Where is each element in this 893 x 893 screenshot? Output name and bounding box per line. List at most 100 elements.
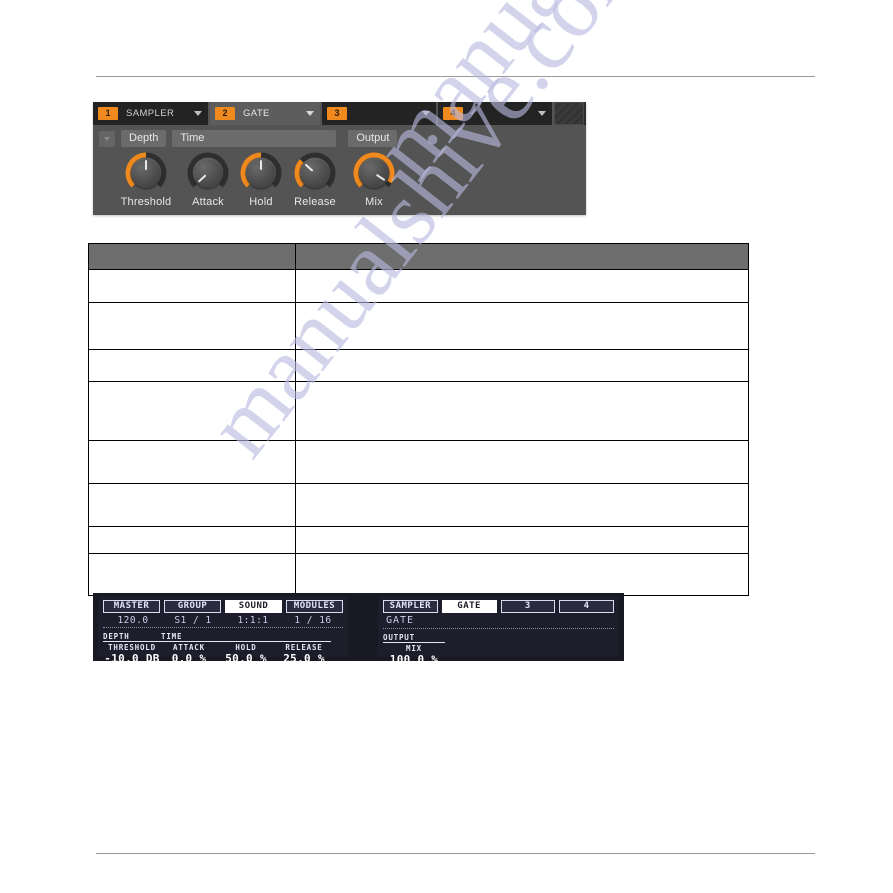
slot-4-number: 4 xyxy=(443,107,463,120)
knob-row: Threshold Attack Hold Release Mix xyxy=(93,152,586,212)
table-row xyxy=(88,483,749,527)
display-slot-tab-sampler[interactable]: SAMPLER xyxy=(383,600,438,613)
display-value-tempo: 120.0 xyxy=(117,615,149,626)
display-left-screen: MASTER GROUP SOUND MODULES 120.0 S1 / 1 … xyxy=(98,597,348,665)
knob-threshold[interactable]: Threshold xyxy=(115,152,177,208)
display-param-mix[interactable]: MIX 100.0 % xyxy=(383,644,445,666)
display-param-hold[interactable]: HOLD 50.0 % xyxy=(217,643,275,665)
table-cell-parameter xyxy=(88,526,296,554)
display-right-param-row: MIX 100.0 % xyxy=(383,644,614,666)
page-header-rule xyxy=(96,76,815,77)
display-param-release-value: 25.0 % xyxy=(283,652,325,665)
page-menu-chevron-icon[interactable] xyxy=(99,130,115,147)
display-slot-tab-4[interactable]: 4 xyxy=(559,600,614,613)
plugin-slot-4[interactable]: 4 xyxy=(438,102,554,125)
table-cell-description xyxy=(295,440,749,484)
display-slot-tab-3[interactable]: 3 xyxy=(500,600,556,613)
display-param-hold-value: 50.0 % xyxy=(225,652,267,665)
slot-1-label: SAMPLER xyxy=(126,108,175,119)
plugin-slot-tabstrip: 1 SAMPLER 2 GATE 3 4 xyxy=(93,102,586,125)
display-left-group-row: DEPTH TIME xyxy=(103,632,343,642)
display-param-release[interactable]: RELEASE 25.0 % xyxy=(275,643,333,665)
display-param-release-name: RELEASE xyxy=(285,643,323,652)
display-right-tabs: SAMPLER GATE 3 4 xyxy=(383,600,614,613)
table-cell-parameter xyxy=(88,483,296,527)
page-tab-depth[interactable]: Depth xyxy=(121,130,167,147)
slot-2-number: 2 xyxy=(215,107,235,120)
knob-release[interactable]: Release xyxy=(284,152,346,208)
display-module-name: GATE xyxy=(383,615,614,629)
display-tab-modules[interactable]: MODULES xyxy=(286,600,343,613)
page-tab-output[interactable]: Output xyxy=(348,130,398,147)
knob-label: Mix xyxy=(365,196,383,208)
display-tab-group[interactable]: GROUP xyxy=(164,600,221,613)
display-param-threshold-name: THRESHOLD xyxy=(108,643,156,652)
table-cell-parameter xyxy=(88,440,296,484)
table-cell-description xyxy=(295,349,749,382)
parameter-description-table xyxy=(88,243,749,596)
knob-cap xyxy=(193,158,223,188)
slot-2-label: GATE xyxy=(243,108,270,119)
display-tab-sound[interactable]: SOUND xyxy=(225,600,282,613)
table-cell-description xyxy=(295,302,749,350)
table-row xyxy=(88,269,749,303)
chevron-down-icon[interactable] xyxy=(535,102,549,125)
display-group-time: TIME xyxy=(161,632,331,642)
display-param-threshold[interactable]: THRESHOLD -10.0 DB xyxy=(103,643,161,665)
table-row xyxy=(88,553,749,596)
table-cell-parameter xyxy=(88,381,296,441)
knob-cap xyxy=(300,158,330,188)
display-left-param-row: THRESHOLD -10.0 DB ATTACK 0.0 % HOLD 50.… xyxy=(103,643,343,665)
display-param-attack-name: ATTACK xyxy=(173,643,205,652)
display-slot-tab-gate[interactable]: GATE xyxy=(441,600,497,613)
display-param-attack[interactable]: ATTACK 0.0 % xyxy=(161,643,217,665)
display-tab-master[interactable]: MASTER xyxy=(103,600,160,613)
knob-hold[interactable]: Hold xyxy=(230,152,292,208)
display-right-group-row: OUTPUT xyxy=(383,633,614,643)
plugin-slot-2[interactable]: 2 GATE xyxy=(210,102,322,125)
table-row xyxy=(88,349,749,382)
table-cell-description xyxy=(295,381,749,441)
page-tab-time[interactable]: Time xyxy=(172,130,337,147)
slot-1-number: 1 xyxy=(98,107,118,120)
plugin-slot-1[interactable]: 1 SAMPLER xyxy=(93,102,210,125)
table-cell-description xyxy=(295,526,749,554)
page-footer-rule xyxy=(96,853,815,854)
knob-label: Hold xyxy=(249,196,273,208)
display-value-position: 1:1:1 xyxy=(237,615,269,626)
table-row xyxy=(88,381,749,441)
knob-pointer xyxy=(145,160,147,170)
plugin-slot-disabled-area xyxy=(554,102,584,125)
knob-pointer xyxy=(260,160,262,170)
display-param-hold-name: HOLD xyxy=(235,643,257,652)
knob-dial[interactable] xyxy=(125,152,167,194)
display-param-attack-value: 0.0 % xyxy=(171,652,207,665)
table-cell-parameter xyxy=(88,349,296,382)
knob-mix[interactable]: Mix xyxy=(343,152,405,208)
knob-dial[interactable] xyxy=(353,152,395,194)
display-group-depth: DEPTH xyxy=(103,632,161,642)
table-cell-parameter xyxy=(88,553,296,596)
parameter-page-row: Depth Time Output xyxy=(93,129,586,148)
table-header-cell-0 xyxy=(88,243,296,270)
table-cell-parameter xyxy=(88,302,296,350)
display-left-values: 120.0 S1 / 1 1:1:1 1 / 16 xyxy=(103,615,343,628)
display-left-tabs: MASTER GROUP SOUND MODULES xyxy=(103,600,343,613)
knob-dial[interactable] xyxy=(294,152,336,194)
knob-dial[interactable] xyxy=(240,152,282,194)
hardware-display-panel: MASTER GROUP SOUND MODULES 120.0 S1 / 1 … xyxy=(93,593,624,666)
gate-plugin-panel: 1 SAMPLER 2 GATE 3 4 Depth Time Output T… xyxy=(93,102,586,215)
display-right-screen: SAMPLER GATE 3 4 GATE OUTPUT MIX 100.0 % xyxy=(378,597,619,666)
table-cell-description xyxy=(295,483,749,527)
table-row xyxy=(88,440,749,484)
chevron-down-icon[interactable] xyxy=(191,102,205,125)
knob-dial[interactable] xyxy=(187,152,229,194)
chevron-down-icon[interactable] xyxy=(303,102,317,125)
display-value-quantize: 1 / 16 xyxy=(294,615,332,626)
table-header-row xyxy=(88,243,749,270)
table-row xyxy=(88,302,749,350)
chevron-down-icon[interactable] xyxy=(419,102,433,125)
table-cell-description xyxy=(295,553,749,596)
plugin-slot-3[interactable]: 3 xyxy=(322,102,438,125)
display-param-mix-name: MIX xyxy=(406,644,422,653)
